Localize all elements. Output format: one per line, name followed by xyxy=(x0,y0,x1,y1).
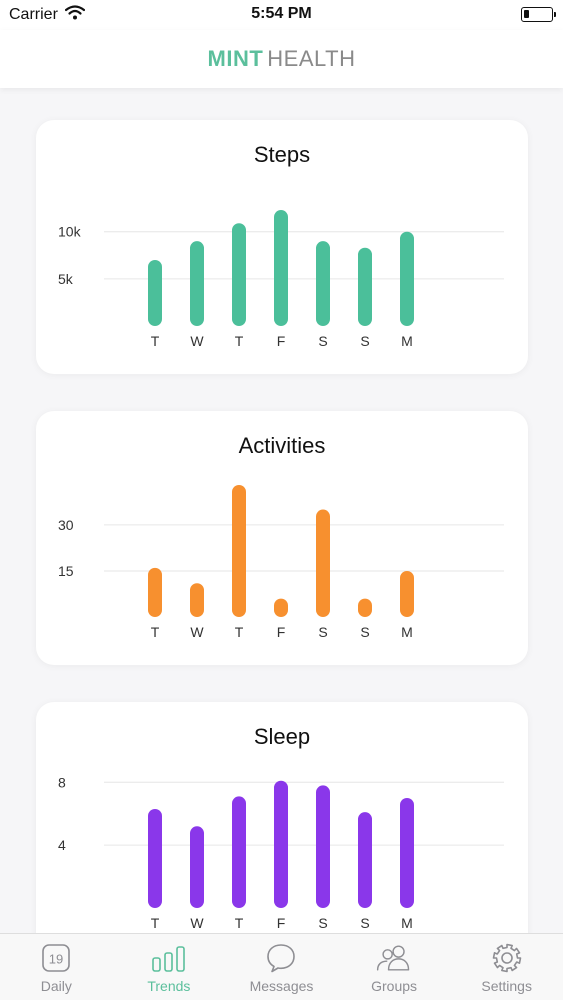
x-tick-label: F xyxy=(277,624,286,640)
y-tick-label: 30 xyxy=(58,517,74,533)
bar-1 xyxy=(190,241,204,326)
bar-4 xyxy=(316,509,330,617)
status-time: 5:54 PM xyxy=(251,5,312,22)
status-bar: Carrier 5:54 PM xyxy=(0,0,563,30)
bar-0 xyxy=(148,260,162,326)
y-tick-label: 5k xyxy=(58,271,74,287)
bar-5 xyxy=(358,812,372,908)
activities-chart: 15 30 T W T F S S M xyxy=(58,485,504,640)
tab-label-messages: Messages xyxy=(249,978,314,994)
x-tick-label: S xyxy=(360,624,369,640)
bar-3 xyxy=(274,780,288,908)
x-tick-label: F xyxy=(277,915,286,931)
x-tick-label: W xyxy=(190,915,204,931)
battery-icon xyxy=(521,7,556,22)
x-tick-label: S xyxy=(318,915,327,931)
tab-label-groups: Groups xyxy=(371,978,418,994)
tab-daily[interactable]: 19 Daily xyxy=(0,934,113,1000)
x-tick-label: S xyxy=(318,624,327,640)
y-tick-label: 15 xyxy=(58,563,74,579)
x-tick-label: T xyxy=(235,333,244,349)
tab-bar: 19 Daily Trends Messages Groups Settings xyxy=(0,933,563,1000)
bar-6 xyxy=(400,798,414,908)
tab-label-daily: Daily xyxy=(40,978,72,994)
sleep-chart: 4 8 T W T F S S M xyxy=(58,774,504,931)
trends-content[interactable]: Steps 5k 10k T W T F S S M Activities 15 30 T W T F S S… xyxy=(0,88,563,933)
x-tick-label: T xyxy=(235,915,244,931)
bar-4 xyxy=(316,785,330,908)
gear-teeth xyxy=(492,943,521,973)
calendar-icon: 19 xyxy=(36,942,76,974)
calendar-day: 19 xyxy=(49,952,63,967)
bar-3 xyxy=(274,210,288,326)
steps-chart: 5k 10k T W T F S S M xyxy=(58,210,504,349)
nav-bar: MINT HEALTH xyxy=(0,30,563,88)
y-tick-label: 10k xyxy=(58,224,82,240)
chat-bubble-icon xyxy=(261,942,301,974)
x-tick-label: S xyxy=(318,333,327,349)
bar-4 xyxy=(316,241,330,326)
brand-mint: MINT xyxy=(207,46,264,71)
bar-0 xyxy=(148,809,162,908)
y-tick-label: 8 xyxy=(58,774,66,790)
tab-groups[interactable]: Groups xyxy=(338,934,451,1000)
x-tick-label: T xyxy=(235,624,244,640)
activities-card: Activities 15 30 T W T F S S M xyxy=(36,411,528,665)
bar-1 xyxy=(190,583,204,617)
bar-1 xyxy=(190,826,204,908)
x-tick-label: W xyxy=(190,333,204,349)
bar-3 xyxy=(274,598,288,617)
tab-trends[interactable]: Trends xyxy=(113,934,226,1000)
bar-2 xyxy=(232,796,246,908)
people-icon xyxy=(374,942,414,974)
brand-health: HEALTH xyxy=(267,46,356,71)
battery-level xyxy=(524,10,530,18)
y-tick-label: 4 xyxy=(58,837,66,853)
x-tick-label: T xyxy=(151,333,160,349)
x-tick-label: S xyxy=(360,915,369,931)
bar-6 xyxy=(400,231,414,326)
x-tick-label: F xyxy=(277,333,286,349)
tab-label-settings: Settings xyxy=(481,978,532,994)
tab-label-trends: Trends xyxy=(147,978,191,994)
steps-card: Steps 5k 10k T W T F S S M xyxy=(36,120,528,374)
bar-0 xyxy=(148,567,162,617)
bar-5 xyxy=(358,598,372,617)
tab-messages[interactable]: Messages xyxy=(225,934,338,1000)
x-tick-label: T xyxy=(151,624,160,640)
bar-2 xyxy=(232,485,246,617)
x-tick-label: M xyxy=(401,624,413,640)
x-tick-label: T xyxy=(151,915,160,931)
x-tick-label: W xyxy=(190,624,204,640)
x-tick-label: M xyxy=(401,333,413,349)
x-tick-label: S xyxy=(360,333,369,349)
bar-2 xyxy=(232,223,246,326)
sleep-card: Sleep 48TWTFSSM xyxy=(36,702,528,933)
bar-6 xyxy=(400,570,414,617)
gear-icon xyxy=(487,942,527,974)
bar-chart-icon xyxy=(149,942,189,974)
x-tick-label: M xyxy=(401,915,413,931)
bar-5 xyxy=(358,247,372,326)
tab-settings[interactable]: Settings xyxy=(450,934,563,1000)
